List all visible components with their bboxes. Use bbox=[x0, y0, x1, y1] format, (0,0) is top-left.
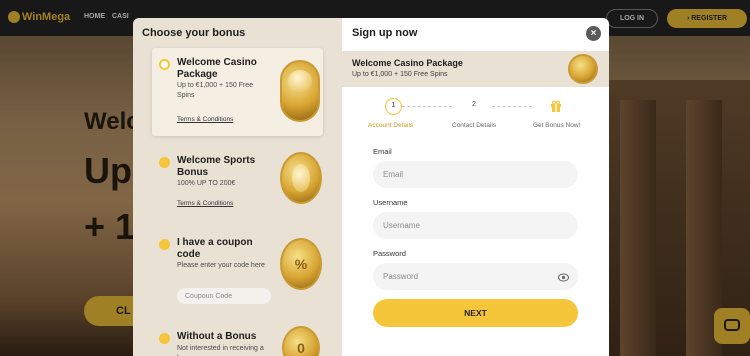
bonus-title: Welcome Casino Package bbox=[177, 57, 257, 80]
bonus-option-none[interactable]: Without a Bonus Not interested in receiv… bbox=[152, 322, 323, 356]
sports-ball-icon bbox=[280, 152, 322, 204]
step-connector bbox=[492, 106, 532, 107]
package-title: Welcome Casino Package bbox=[352, 58, 463, 68]
bonus-title: I have a coupon code bbox=[177, 237, 253, 260]
next-button[interactable]: NEXT bbox=[373, 299, 578, 327]
ball-face bbox=[292, 164, 310, 192]
terms-link[interactable]: Terms & Conditions bbox=[177, 200, 233, 207]
step-1-indicator: 1 bbox=[385, 98, 402, 115]
bonus-radio[interactable] bbox=[159, 239, 170, 250]
chip-face bbox=[288, 70, 312, 92]
step-3-label: Get Bonus Now! bbox=[533, 122, 581, 129]
bonus-option-coupon[interactable]: I have a coupon code Please enter your c… bbox=[152, 228, 323, 314]
signup-panel: Sign up now × Welcome Casino Package Up … bbox=[342, 18, 609, 356]
bonus-desc: Not interested in receiving a bonus bbox=[177, 345, 264, 356]
bonus-desc: 100% UP TO 200€ bbox=[177, 180, 236, 187]
password-label: Password bbox=[373, 249, 406, 258]
bonus-panel: Choose your bonus Welcome Casino Package… bbox=[133, 18, 342, 356]
percent-glyph: % bbox=[294, 256, 308, 272]
coupon-code-input[interactable] bbox=[177, 288, 271, 304]
bonus-option-casino[interactable]: Welcome Casino Package Up to €1,000 + 15… bbox=[152, 48, 323, 136]
zero-coin-icon: 0 bbox=[282, 326, 320, 356]
bonus-radio[interactable] bbox=[159, 333, 170, 344]
bonus-panel-title: Choose your bonus bbox=[142, 27, 246, 39]
email-label: Email bbox=[373, 147, 392, 156]
bonus-desc: Please enter your code here bbox=[177, 262, 265, 269]
bonus-option-sports[interactable]: Welcome Sports Bonus 100% UP TO 200€ Ter… bbox=[152, 146, 323, 218]
bonus-desc: Up to €1,000 + 150 Free Spins bbox=[177, 82, 254, 99]
step-1-label: Account Details bbox=[368, 122, 414, 129]
bonus-radio[interactable] bbox=[159, 59, 170, 70]
bonus-title: Welcome Sports Bonus bbox=[177, 155, 256, 178]
signup-title: Sign up now bbox=[352, 27, 418, 39]
bonus-radio[interactable] bbox=[159, 157, 170, 168]
step-connector bbox=[402, 106, 452, 107]
close-icon: × bbox=[590, 28, 597, 39]
step-2-indicator: 2 bbox=[472, 101, 476, 108]
chips-icon bbox=[568, 54, 598, 84]
step-2-label: Contact Details bbox=[452, 122, 497, 129]
close-button[interactable]: × bbox=[586, 26, 601, 41]
chips-icon bbox=[280, 60, 320, 122]
gift-icon bbox=[551, 100, 561, 112]
coupon-icon: % bbox=[280, 238, 322, 290]
bonus-title: Without a Bonus bbox=[177, 331, 257, 342]
zero-glyph: 0 bbox=[297, 340, 305, 356]
signup-stepper: 1 2 Account Details Contact Details Get … bbox=[342, 98, 609, 134]
terms-link[interactable]: Terms & Conditions bbox=[177, 116, 233, 123]
password-field[interactable] bbox=[373, 263, 578, 290]
package-desc: Up to €1,000 + 150 Free Spins bbox=[352, 71, 448, 78]
username-field[interactable] bbox=[373, 212, 578, 239]
eye-icon[interactable] bbox=[558, 273, 569, 282]
email-field[interactable] bbox=[373, 161, 578, 188]
signup-modal: Choose your bonus Welcome Casino Package… bbox=[133, 18, 609, 356]
username-label: Username bbox=[373, 198, 408, 207]
selected-package-banner: Welcome Casino Package Up to €1,000 + 15… bbox=[342, 51, 609, 87]
